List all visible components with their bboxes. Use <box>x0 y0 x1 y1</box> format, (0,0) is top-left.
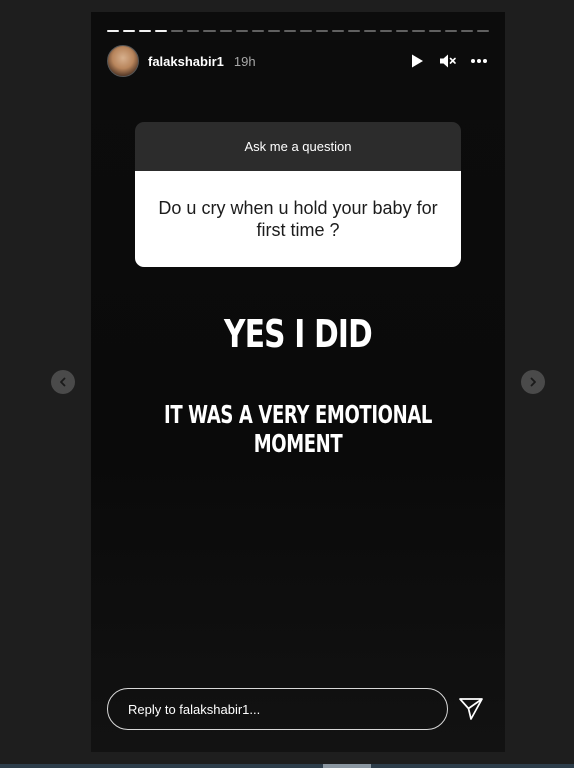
progress-segment <box>364 30 377 32</box>
progress-segment <box>267 30 280 32</box>
progress-segment <box>380 30 393 32</box>
chevron-left-icon <box>60 377 66 387</box>
chevron-right-icon <box>530 377 536 387</box>
send-icon <box>459 698 483 720</box>
scrollbar-thumb[interactable] <box>323 764 371 768</box>
progress-segment <box>460 30 473 32</box>
progress-segment <box>332 30 345 32</box>
progress-segment <box>316 30 329 32</box>
progress-segment <box>219 30 232 32</box>
progress-segment <box>187 30 200 32</box>
username[interactable]: falakshabir1 <box>148 54 224 69</box>
next-story-button[interactable] <box>521 370 545 394</box>
reply-input[interactable] <box>107 688 448 730</box>
reply-bar <box>107 687 489 731</box>
previous-story-button[interactable] <box>51 370 75 394</box>
mute-icon <box>440 54 456 68</box>
avatar[interactable] <box>107 45 139 77</box>
answer-subline: IT WAS A VERY EMOTIONAL MOMENT <box>163 400 433 458</box>
progress-segment <box>428 30 441 32</box>
post-time: 19h <box>233 53 256 69</box>
progress-segment <box>412 30 425 32</box>
progress-segment <box>203 30 216 32</box>
progress-segment <box>299 30 313 32</box>
progress-segment <box>123 30 136 32</box>
progress-segment <box>396 30 409 32</box>
answer-headline: YES I DID <box>224 312 373 356</box>
story-controls <box>407 51 489 71</box>
progress-segment <box>444 30 457 32</box>
progress-segment <box>235 30 248 32</box>
more-options-button[interactable] <box>469 51 489 71</box>
story-header: falakshabir1 19h <box>107 44 489 78</box>
progress-segment <box>283 30 296 32</box>
progress-segment <box>155 30 168 32</box>
progress-segment <box>171 30 184 32</box>
play-button[interactable] <box>407 51 427 71</box>
progress-segment <box>139 30 152 32</box>
question-text: Do u cry when u hold your baby for first… <box>135 171 461 267</box>
send-button[interactable] <box>456 694 486 724</box>
progress-segment <box>251 30 264 32</box>
question-sticker[interactable]: Ask me a question Do u cry when u hold y… <box>135 122 461 267</box>
story-viewer-page: falakshabir1 19h Ask me a question Do u … <box>0 0 574 768</box>
progress-segment <box>476 30 489 32</box>
more-options-icon <box>471 59 487 63</box>
question-sticker-title: Ask me a question <box>135 122 461 171</box>
progress-segment <box>107 30 120 32</box>
story-panel[interactable]: falakshabir1 19h Ask me a question Do u … <box>91 12 505 752</box>
play-icon <box>412 54 423 68</box>
progress-segment <box>348 30 361 32</box>
bottom-scrollbar[interactable] <box>0 764 574 768</box>
story-progress-bar <box>107 30 489 32</box>
mute-button[interactable] <box>438 51 458 71</box>
